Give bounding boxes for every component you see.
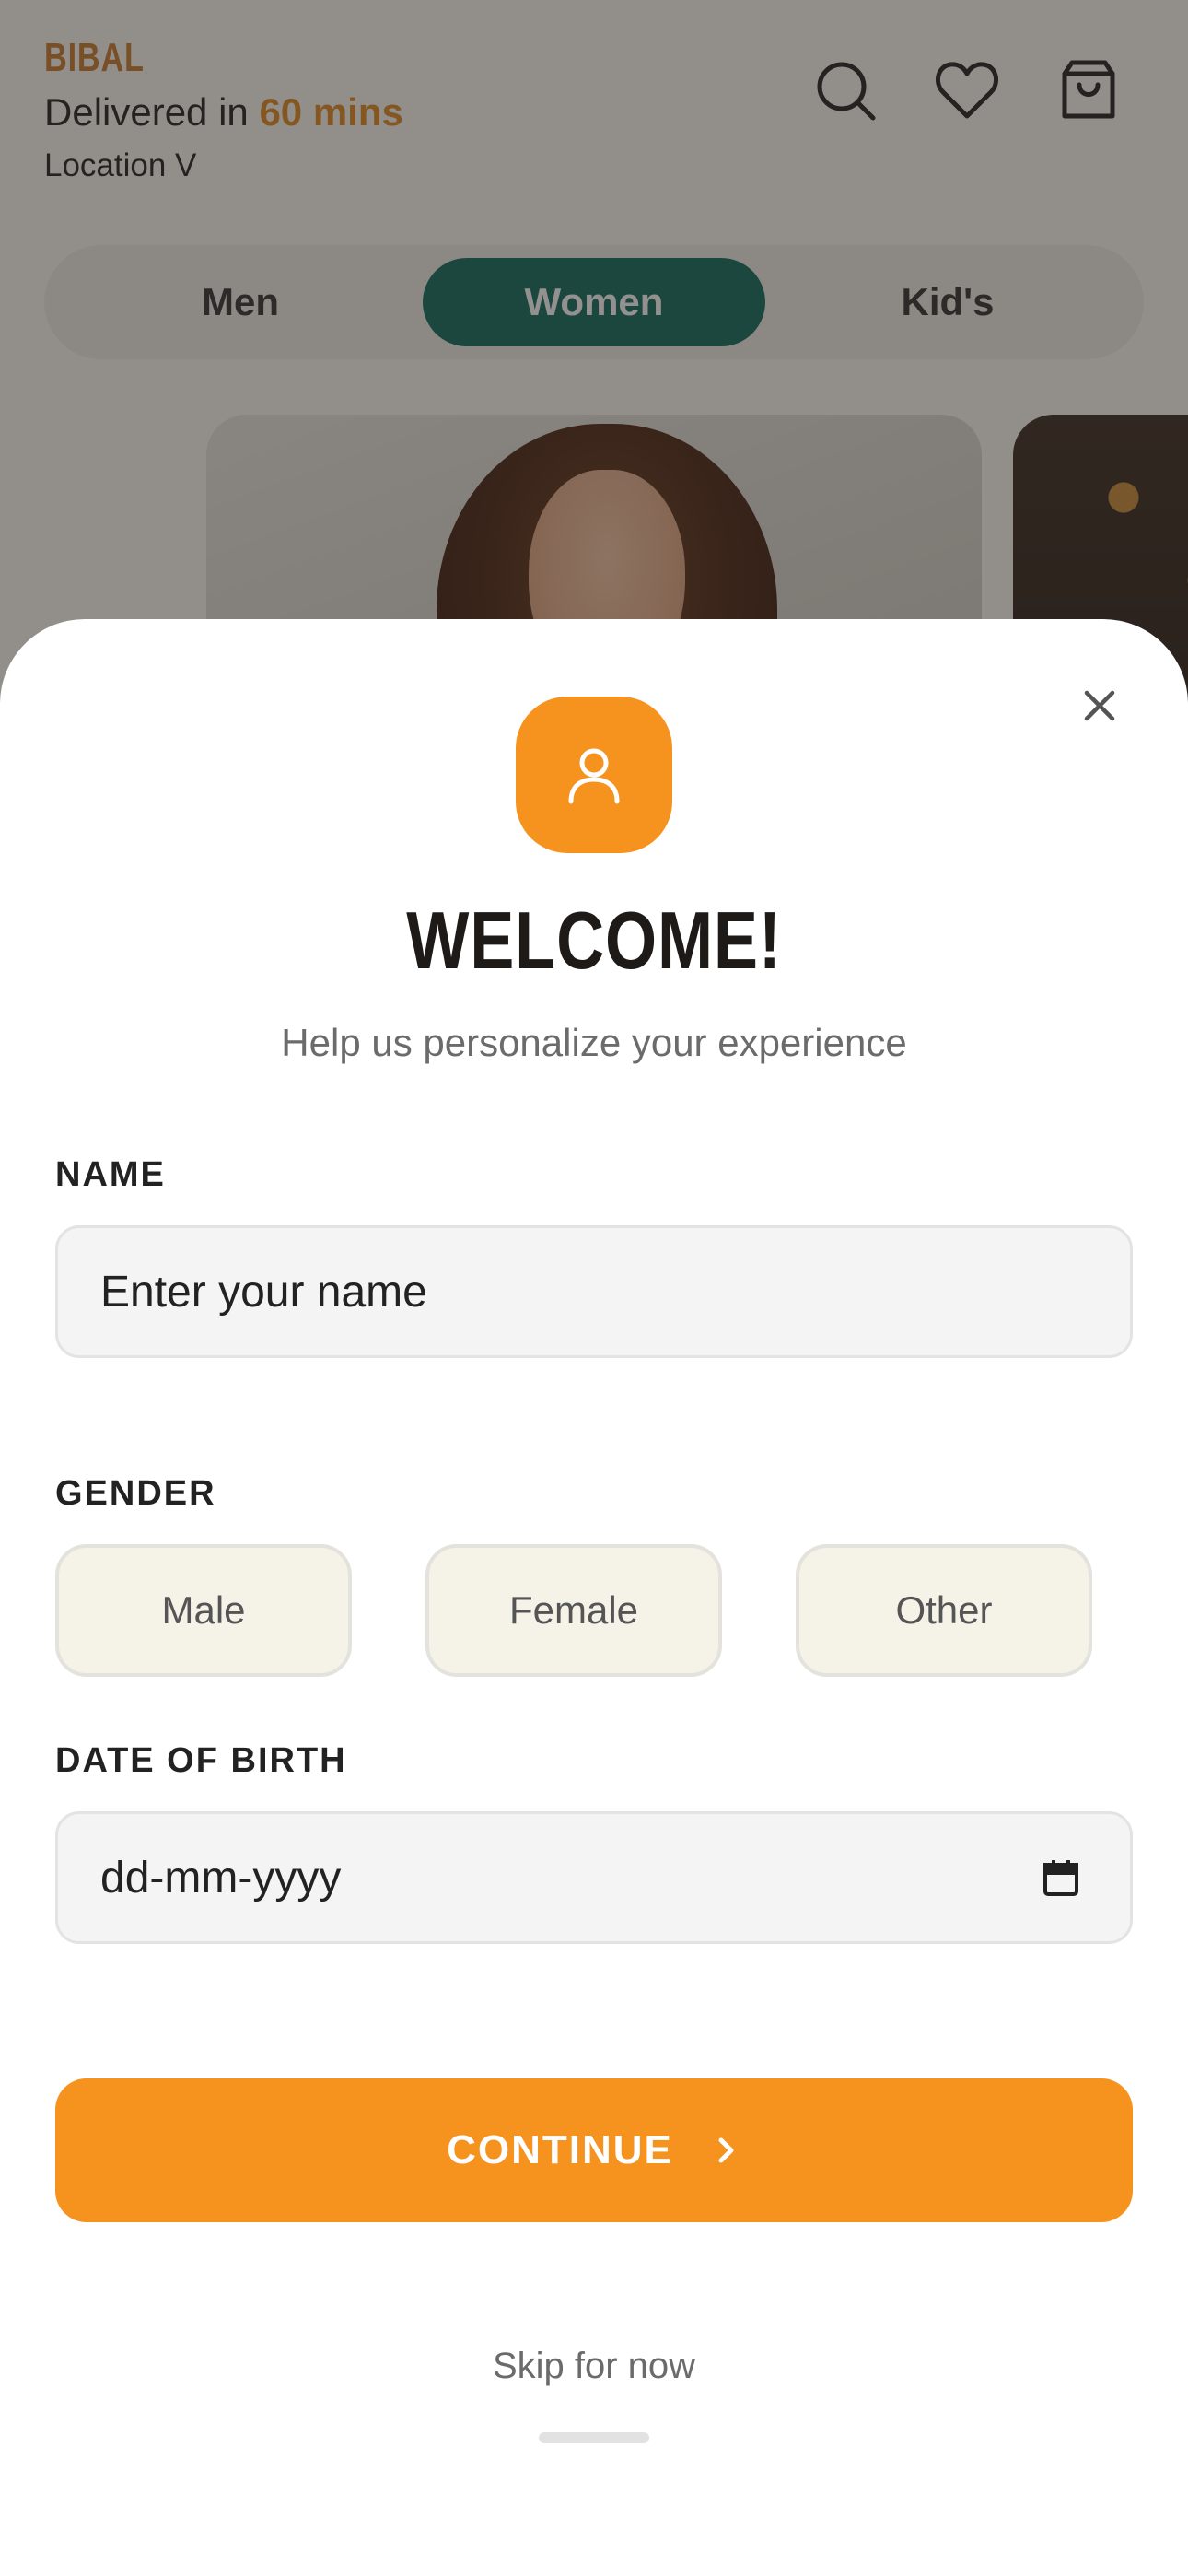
- sheet-subtitle: Help us personalize your experience: [281, 1021, 907, 1064]
- calendar-icon[interactable]: [1041, 1857, 1081, 1898]
- sheet-title: WELCOME!: [406, 895, 782, 986]
- user-badge: [516, 697, 672, 853]
- gender-other-button[interactable]: Other: [796, 1544, 1092, 1677]
- home-indicator: [539, 2432, 649, 2443]
- chevron-right-icon: [718, 2137, 734, 2163]
- name-placeholder: Enter your name: [100, 1267, 427, 1317]
- close-icon[interactable]: [1074, 680, 1125, 732]
- continue-button[interactable]: CONTINUE: [55, 2078, 1133, 2222]
- user-icon: [568, 748, 620, 804]
- dob-placeholder: dd-mm-yyyy: [100, 1853, 342, 1903]
- name-input[interactable]: Enter your name: [55, 1225, 1133, 1358]
- skip-link[interactable]: Skip for now: [0, 2346, 1188, 2387]
- gender-label: GENDER: [55, 1474, 216, 1513]
- dob-label: DATE OF BIRTH: [55, 1741, 347, 1780]
- gender-male-button[interactable]: Male: [55, 1544, 352, 1677]
- name-label: NAME: [55, 1155, 166, 1194]
- screen: BIBAL Delivered in 60 mins Location V Me…: [0, 0, 1188, 2576]
- gender-female-button[interactable]: Female: [425, 1544, 722, 1677]
- dob-input[interactable]: dd-mm-yyyy: [55, 1811, 1133, 1944]
- continue-label: CONTINUE: [447, 2127, 673, 2172]
